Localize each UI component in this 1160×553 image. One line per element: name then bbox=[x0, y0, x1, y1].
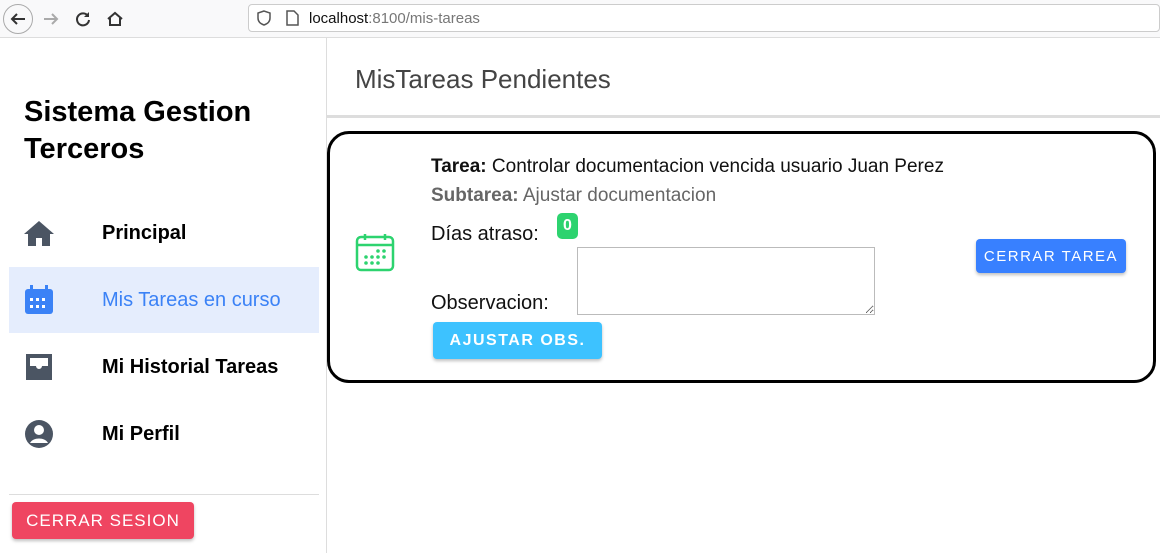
calendar-icon bbox=[25, 285, 53, 314]
url-host: localhost bbox=[309, 9, 369, 27]
adjust-observation-button[interactable]: AJUSTAR OBS. bbox=[433, 322, 602, 359]
reload-button[interactable] bbox=[68, 4, 98, 34]
reload-icon bbox=[76, 12, 90, 27]
page-header: MisTareas Pendientes bbox=[327, 38, 1160, 118]
home-icon bbox=[107, 11, 123, 26]
sidebar-item-perfil[interactable]: Mi Perfil bbox=[9, 401, 319, 467]
delay-label: Días atraso: bbox=[431, 223, 539, 245]
calendar-icon bbox=[355, 234, 395, 272]
shield-icon bbox=[257, 10, 271, 26]
sidebar-item-mis-tareas[interactable]: Mis Tareas en curso bbox=[9, 267, 319, 333]
close-task-button[interactable]: CERRAR TAREA bbox=[976, 239, 1126, 273]
arrow-left-icon bbox=[10, 13, 25, 25]
app-title: Sistema Gestion Terceros bbox=[24, 96, 252, 165]
sidebar-item-historial[interactable]: Mi Historial Tareas bbox=[9, 334, 319, 400]
observation-label: Observacion: bbox=[431, 292, 549, 314]
user-circle-icon bbox=[25, 420, 53, 448]
page-icon bbox=[286, 10, 299, 26]
sidebar: Sistema Gestion Terceros Principal Mis T… bbox=[0, 38, 327, 553]
arrow-right-icon bbox=[44, 13, 59, 25]
url-path: :8100/mis-tareas bbox=[368, 9, 480, 27]
back-button[interactable] bbox=[3, 4, 33, 34]
sidebar-item-principal[interactable]: Principal bbox=[9, 200, 319, 266]
page-title: MisTareas Pendientes bbox=[355, 64, 611, 94]
home-button[interactable] bbox=[100, 4, 130, 34]
delay-badge: 0 bbox=[557, 213, 578, 239]
logout-button[interactable]: CERRAR SESION bbox=[12, 502, 194, 539]
browser-toolbar: localhost:8100/mis-tareas bbox=[0, 0, 1160, 38]
forward-button[interactable] bbox=[36, 4, 66, 34]
task-title: Tarea: Controlar documentacion vencida u… bbox=[431, 156, 944, 177]
divider bbox=[9, 494, 319, 495]
subtask: Subtarea: Ajustar documentacion bbox=[431, 185, 717, 206]
home-icon bbox=[24, 221, 54, 246]
task-card: Tarea: Controlar documentacion vencida u… bbox=[327, 131, 1156, 383]
inbox-icon bbox=[26, 354, 52, 380]
observation-input[interactable] bbox=[577, 247, 875, 315]
url-bar[interactable]: localhost:8100/mis-tareas bbox=[248, 4, 1160, 32]
